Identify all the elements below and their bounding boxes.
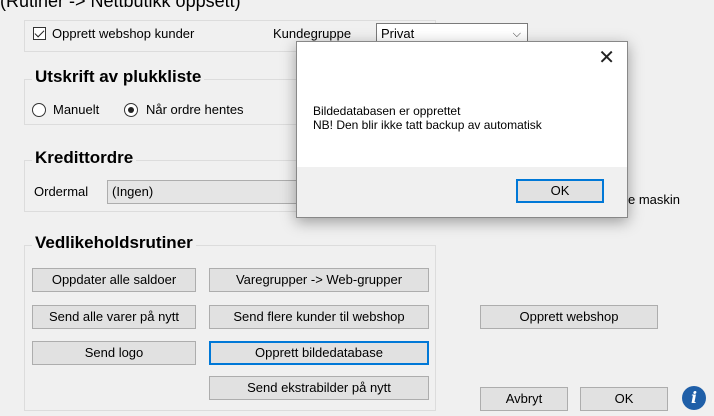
create-webshop-customers-label: Opprett webshop kunder <box>52 26 195 41</box>
maintenance-section-title: Vedlikeholdsrutiner <box>32 233 196 253</box>
on-fetch-radio[interactable] <box>124 103 138 117</box>
dialog-ok-button[interactable]: OK <box>516 179 604 203</box>
manual-radio[interactable] <box>32 103 46 117</box>
manual-radio-label: Manuelt <box>53 102 100 117</box>
dialog-message-line2: NB! Den blir ikke tatt backup av automat… <box>313 118 542 132</box>
message-dialog: ✕ Bildedatabasen er opprettet NB! Den bl… <box>296 41 628 218</box>
close-icon[interactable]: ✕ <box>598 48 615 68</box>
customer-group-label: Kundegruppe <box>273 26 352 41</box>
update-balances-button[interactable]: Oppdater alle saldoer <box>32 268 196 292</box>
print-section-title: Utskrift av plukkliste <box>32 67 205 87</box>
window-title: (Rutiner -> Nettbutikk oppsett) <box>0 0 241 11</box>
machine-label: e maskin <box>628 192 681 207</box>
ok-button[interactable]: OK <box>580 387 668 411</box>
credit-section-title: Kredittordre <box>32 148 137 168</box>
create-image-db-button[interactable]: Opprett bildedatabase <box>209 341 429 365</box>
on-fetch-radio-label: Når ordre hentes <box>146 102 244 117</box>
create-webshop-customers-checkbox[interactable] <box>33 27 46 40</box>
order-template-label: Ordermal <box>34 184 89 199</box>
create-webshop-button[interactable]: Opprett webshop <box>480 305 658 329</box>
cancel-button[interactable]: Avbryt <box>480 387 568 411</box>
send-extra-images-button[interactable]: Send ekstrabilder på nytt <box>209 376 429 400</box>
dialog-message: Bildedatabasen er opprettet NB! Den blir… <box>313 104 542 132</box>
send-logo-button[interactable]: Send logo <box>32 341 196 365</box>
send-customers-button[interactable]: Send flere kunder til webshop <box>209 305 429 329</box>
info-icon[interactable]: i <box>682 386 706 410</box>
order-template-value: (Ingen) <box>112 184 154 199</box>
customer-group-value: Privat <box>381 26 415 41</box>
dialog-footer: OK <box>297 167 627 217</box>
item-groups-web-button[interactable]: Varegrupper -> Web-grupper <box>209 268 429 292</box>
send-all-items-button[interactable]: Send alle varer på nytt <box>32 305 196 329</box>
dialog-message-line1: Bildedatabasen er opprettet <box>313 104 461 118</box>
